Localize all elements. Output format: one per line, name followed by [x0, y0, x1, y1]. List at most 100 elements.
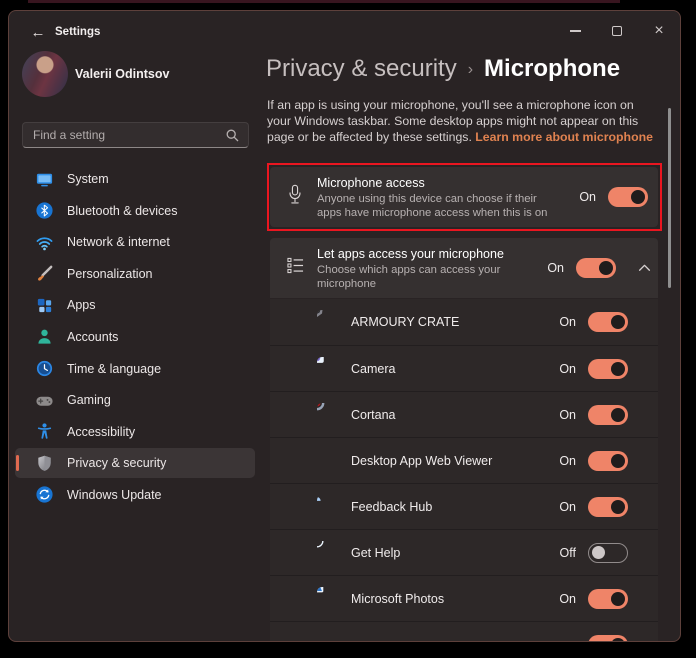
collapse-expander-button[interactable] — [638, 264, 651, 272]
sidebar-item-gaming[interactable]: Gaming — [15, 385, 255, 415]
toggle-state-label: On — [559, 499, 576, 514]
toggle-state-label: On — [547, 261, 564, 275]
toggle-state-label: On — [559, 407, 576, 422]
app-row-partial[interactable] — [270, 621, 658, 641]
sidebar-item-label: Accounts — [67, 329, 119, 344]
app-permission-list: ARMOURY CRATE On Camera On Cortana On De… — [270, 299, 658, 641]
background-window-edge — [28, 0, 620, 3]
app-name: ARMOURY CRATE — [351, 315, 460, 329]
screenshot-stage: ← Settings × Valerii Odintsov System — [0, 0, 696, 658]
gaming-icon — [34, 390, 54, 410]
sidebar-item-label: Network & internet — [67, 235, 170, 250]
toggle-state-label: On — [559, 361, 576, 376]
time-language-icon — [34, 359, 54, 379]
feedback-hub-icon — [317, 495, 341, 519]
app-name: Desktop App Web Viewer — [351, 454, 493, 468]
card-text: Let apps access your microphone Choose w… — [317, 247, 517, 291]
sidebar-item-apps[interactable]: Apps — [15, 290, 255, 320]
toggle-state-label: On — [559, 315, 576, 329]
app-toggle[interactable] — [588, 634, 628, 641]
learn-more-link[interactable]: Learn more about microphone — [475, 130, 653, 144]
shield-icon — [34, 453, 54, 473]
toggle-knob — [611, 407, 625, 422]
app-toggle[interactable] — [588, 404, 628, 425]
toggle-knob — [631, 190, 645, 204]
sidebar-item-network[interactable]: Network & internet — [15, 227, 255, 257]
sidebar-item-label: Privacy & security — [67, 456, 167, 471]
microphone-access-card[interactable]: Microphone access Anyone using this devi… — [270, 167, 658, 227]
breadcrumb-separator-icon: › — [467, 61, 474, 78]
toggle-knob — [599, 261, 613, 275]
maximize-button[interactable] — [596, 11, 638, 51]
app-row-desktop-app-web-viewer[interactable]: Desktop App Web Viewer On — [270, 437, 658, 483]
sidebar-item-windows-update[interactable]: Windows Update — [15, 480, 255, 510]
red-app-icon — [317, 633, 341, 641]
sidebar-item-accounts[interactable]: Accounts — [15, 322, 255, 352]
toggle-knob — [611, 315, 625, 329]
app-row-feedback-hub[interactable]: Feedback Hub On — [270, 483, 658, 529]
sidebar-item-accessibility[interactable]: Accessibility — [15, 417, 255, 447]
sidebar-item-label: Bluetooth & devices — [67, 203, 178, 218]
app-toggle[interactable] — [588, 450, 628, 471]
card-subtitle: Choose which apps can access your microp… — [317, 264, 501, 290]
sidebar-nav: System Bluetooth & devices Network & int… — [15, 164, 255, 512]
system-icon — [34, 169, 54, 189]
app-row-get-help[interactable]: ? Get Help Off — [270, 529, 658, 575]
microsoft-photos-icon — [317, 587, 341, 611]
bluetooth-icon — [34, 201, 54, 221]
cortana-icon — [317, 403, 341, 427]
sidebar-item-time-language[interactable]: Time & language — [15, 354, 255, 384]
sidebar-item-system[interactable]: System — [15, 164, 255, 194]
app-name: Cortana — [351, 408, 396, 422]
card-title: Let apps access your microphone — [317, 247, 504, 261]
accounts-icon — [34, 327, 54, 347]
app-row-microsoft-photos[interactable]: Microsoft Photos On — [270, 575, 658, 621]
app-name: Camera — [351, 362, 396, 376]
search-input[interactable] — [23, 123, 248, 147]
microphone-icon — [287, 184, 303, 211]
maximize-icon — [612, 26, 622, 36]
app-toggle[interactable] — [588, 312, 628, 332]
scrollbar[interactable] — [668, 108, 671, 288]
card-controls: On — [547, 258, 651, 278]
toggle-knob — [611, 453, 625, 468]
let-apps-access-card[interactable]: Let apps access your microphone Choose w… — [270, 238, 658, 298]
search-icon — [226, 129, 239, 142]
minimize-icon — [569, 30, 581, 32]
app-toggle[interactable] — [588, 496, 628, 517]
sidebar-item-bluetooth[interactable]: Bluetooth & devices — [15, 196, 255, 226]
toggle-state-label: Off — [559, 545, 576, 560]
toggle-state-label: On — [559, 591, 576, 606]
armoury-crate-icon — [317, 310, 341, 334]
sidebar-item-personalization[interactable]: Personalization — [15, 259, 255, 289]
breadcrumb-parent[interactable]: Privacy & security — [266, 55, 457, 82]
sidebar-item-label: Gaming — [67, 393, 111, 408]
app-toggle[interactable] — [588, 588, 628, 609]
app-toggle[interactable] — [588, 358, 628, 379]
close-button[interactable]: × — [638, 11, 680, 51]
app-row-cortana[interactable]: Cortana On — [270, 391, 658, 437]
card-controls: On — [579, 187, 648, 207]
app-row-camera[interactable]: Camera On — [270, 345, 658, 391]
card-text: Microphone access Anyone using this devi… — [317, 176, 559, 220]
app-toggle[interactable] — [588, 542, 628, 563]
microphone-access-toggle[interactable] — [608, 187, 648, 207]
avatar[interactable] — [22, 51, 68, 97]
window-controls: × — [554, 11, 680, 51]
window-title: Settings — [55, 26, 101, 38]
minimize-button[interactable] — [554, 11, 596, 51]
back-button[interactable]: ← — [27, 23, 49, 43]
toggle-knob — [611, 637, 625, 641]
app-row-armoury-crate[interactable]: ARMOURY CRATE On — [270, 299, 658, 345]
let-apps-toggle[interactable] — [576, 258, 616, 278]
close-icon: × — [654, 22, 664, 39]
user-name: Valerii Odintsov — [75, 67, 170, 81]
svg-text:?: ? — [317, 541, 320, 546]
sidebar-item-privacy-security[interactable]: Privacy & security — [15, 448, 255, 479]
get-help-icon: ? — [317, 541, 341, 565]
sidebar-item-label: Apps — [67, 298, 96, 313]
settings-window: ← Settings × Valerii Odintsov System — [8, 10, 681, 642]
card-title: Microphone access — [317, 176, 425, 190]
sidebar-item-label: Personalization — [67, 266, 153, 281]
selected-accent-bar — [16, 455, 19, 472]
